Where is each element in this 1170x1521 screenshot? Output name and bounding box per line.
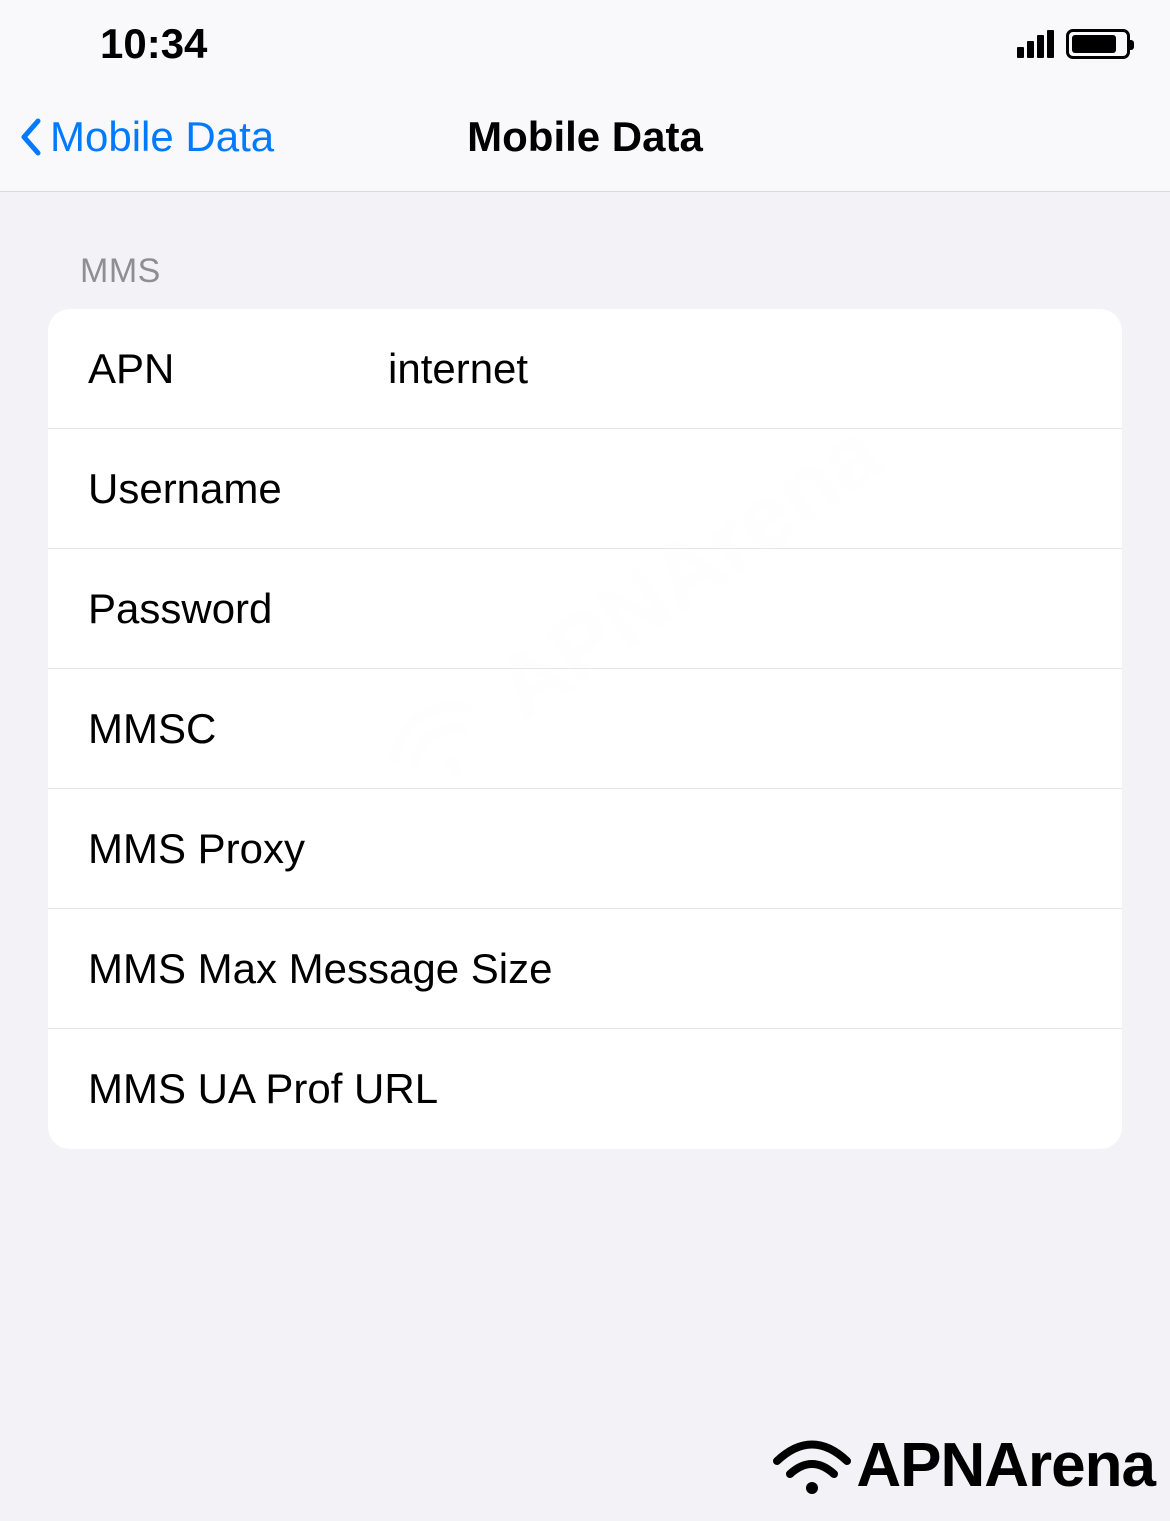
label-mmsc: MMSC	[88, 705, 388, 753]
mms-ua-prof-field[interactable]	[438, 1065, 1122, 1113]
row-mms-max-size[interactable]: MMS Max Message Size	[48, 909, 1122, 1029]
content-area: MMS APN Username Password MMSC MMS Proxy…	[0, 192, 1170, 1149]
row-mms-ua-prof[interactable]: MMS UA Prof URL	[48, 1029, 1122, 1149]
settings-group-mms: APN Username Password MMSC MMS Proxy MMS…	[48, 309, 1122, 1149]
password-field[interactable]	[388, 585, 1122, 633]
username-field[interactable]	[388, 465, 1122, 513]
label-mms-proxy: MMS Proxy	[88, 825, 388, 873]
status-time: 10:34	[100, 20, 207, 68]
status-indicators	[1017, 29, 1130, 59]
status-bar: 10:34	[0, 0, 1170, 78]
row-mmsc[interactable]: MMSC	[48, 669, 1122, 789]
navigation-bar: Mobile Data Mobile Data	[0, 78, 1170, 192]
cellular-signal-icon	[1017, 30, 1054, 58]
label-apn: APN	[88, 345, 388, 393]
row-apn[interactable]: APN	[48, 309, 1122, 429]
watermark-text: APNArena	[856, 1430, 1155, 1501]
label-mms-ua-prof: MMS UA Prof URL	[88, 1065, 438, 1113]
battery-icon	[1066, 29, 1130, 59]
row-password[interactable]: Password	[48, 549, 1122, 669]
mms-proxy-field[interactable]	[388, 825, 1122, 873]
wifi-icon	[772, 1436, 852, 1496]
section-header-mms: MMS	[80, 252, 1122, 291]
label-password: Password	[88, 585, 388, 633]
back-button[interactable]: Mobile Data	[20, 113, 274, 161]
watermark-footer: APNArena	[772, 1430, 1155, 1501]
label-mms-max-size: MMS Max Message Size	[88, 945, 552, 993]
mms-max-size-field[interactable]	[552, 945, 1122, 993]
apn-field[interactable]	[388, 345, 1122, 393]
chevron-left-icon	[20, 118, 42, 156]
mmsc-field[interactable]	[388, 705, 1122, 753]
row-mms-proxy[interactable]: MMS Proxy	[48, 789, 1122, 909]
label-username: Username	[88, 465, 388, 513]
row-username[interactable]: Username	[48, 429, 1122, 549]
page-title: Mobile Data	[467, 113, 703, 161]
back-label: Mobile Data	[50, 113, 274, 161]
